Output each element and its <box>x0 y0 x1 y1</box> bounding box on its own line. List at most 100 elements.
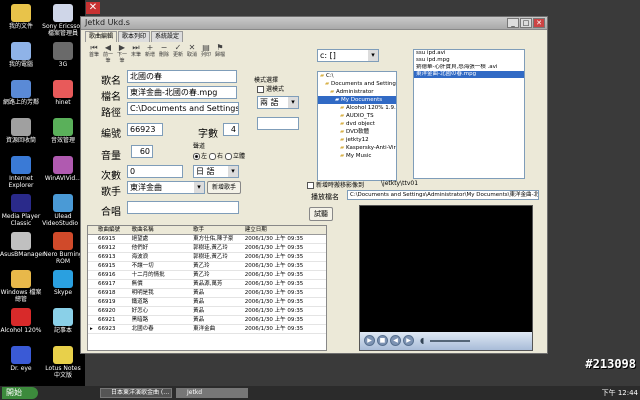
file-name-field[interactable]: 東洋金曲-北國の春.mpg <box>127 86 237 99</box>
mode-checkbox[interactable]: 選模式 <box>257 84 284 93</box>
channel-radio-2[interactable]: 立體 <box>225 151 245 160</box>
desktop-icon[interactable]: Windows 檔案總管 <box>0 270 42 303</box>
play-icon[interactable]: ▶ <box>364 335 375 346</box>
maximize-button[interactable]: □ <box>520 18 532 28</box>
mode-text-field[interactable] <box>257 117 299 130</box>
desktop-icon[interactable]: 3G <box>42 42 84 68</box>
video-player[interactable]: ▶ ■ ◀ ▶ ◖ <box>359 205 533 351</box>
table-row[interactable]: 66920 好怎心 黃品 2006/1/30 上午 09:35 <box>88 307 326 316</box>
desktop-icon[interactable]: AsusBManager <box>0 232 45 258</box>
desktop-icon[interactable]: 我的文件 <box>0 4 42 30</box>
stop-icon[interactable]: ■ <box>377 335 388 346</box>
desktop-icon[interactable]: 網路上的芳鄰 <box>0 80 42 106</box>
tree-node[interactable]: ▰ My Documents <box>318 96 396 104</box>
column-header[interactable]: 歌曲名稱 <box>130 226 191 234</box>
table-row[interactable]: 66915 不讓一切 黃乙玲 2006/1/30 上午 09:35 <box>88 262 326 271</box>
tree-node[interactable]: ▰ dvd object <box>318 120 396 128</box>
path-field[interactable]: C:\Documents and Settings\Ad <box>127 102 239 115</box>
volume-icon[interactable]: ◖ <box>420 336 424 345</box>
tab-1[interactable]: 歌本列印 <box>118 31 151 42</box>
column-header[interactable]: 歌手 <box>191 226 243 234</box>
tree-node[interactable]: ▰ AUDIO_TS <box>318 112 396 120</box>
taskbar-task[interactable]: Jetkd <box>176 388 248 398</box>
close-button[interactable]: ✕ <box>533 18 545 28</box>
tree-node[interactable]: ▰ Administrator <box>318 88 396 96</box>
chorus-field[interactable] <box>127 201 239 214</box>
singer-select[interactable]: 東洋金曲 <box>127 181 205 194</box>
table-row[interactable]: 66913 海波浪 郭樹珪,黃乙玲 2006/1/30 上午 09:35 <box>88 253 326 262</box>
minimize-button[interactable]: _ <box>507 18 519 28</box>
file-item[interactable]: ssu ipd.avi <box>414 50 524 57</box>
auto-move-checkbox[interactable]: 新增時搬移影像到 <box>307 180 364 189</box>
tree-node[interactable]: ▰ C:\ <box>318 72 396 80</box>
channel-radio-1[interactable]: 右 <box>209 151 223 160</box>
number-field[interactable]: 66923 <box>127 123 163 136</box>
next-icon[interactable]: ▶ <box>403 335 414 346</box>
desktop-icon[interactable]: 記事本 <box>42 308 84 334</box>
tree-node[interactable]: ▰ My Music <box>318 152 396 160</box>
language-select[interactable]: 日 語 <box>193 165 239 178</box>
taskbar-task[interactable]: 日本東洋演歌金曲 (… <box>100 388 172 398</box>
song-table[interactable]: 歌曲編號 歌曲名稱 歌手 建立日期 66915 絕望處 東方仕佑,陳子豪 2006/1/30 … <box>87 225 327 351</box>
table-row[interactable]: 66915 絕望處 東方仕佑,陳子豪 2006/1/30 上午 09:35 <box>88 235 326 244</box>
table-row[interactable]: 66918 明明是我 黃品 2006/1/30 上午 09:35 <box>88 289 326 298</box>
toolbar-button-0[interactable]: ⏮ 首筆 <box>87 43 101 64</box>
table-row[interactable]: 66912 他們好 郭樹珪,黃乙玲 2006/1/30 上午 09:35 <box>88 244 326 253</box>
tree-node[interactable]: ▰ Documents and Settings <box>318 80 396 88</box>
toolbar-button-2[interactable]: ▶ 下一筆 <box>115 43 129 64</box>
toolbar-button-9[interactable]: ⚑ 歸檔 <box>213 43 227 64</box>
test-play-button[interactable]: 試聽 <box>309 207 333 221</box>
song-name-field[interactable]: 北國の春 <box>127 70 237 83</box>
desktop-icon[interactable]: Skype <box>42 270 84 296</box>
drive-select[interactable]: c: [] <box>317 49 379 62</box>
desktop-icon[interactable]: Nero Burning ROM <box>42 232 84 265</box>
tab-0[interactable]: 歌曲編輯 <box>85 31 118 42</box>
toolbar-button-8[interactable]: ▤ 列印 <box>199 43 213 64</box>
column-header[interactable]: 建立日期 <box>243 226 326 234</box>
desktop-icon[interactable]: Media Player Classic <box>0 194 42 227</box>
toolbar-button-5[interactable]: − 刪除 <box>157 43 171 64</box>
desktop-icon[interactable]: Alcohol 120% <box>0 308 42 334</box>
tree-node[interactable]: ▰ Kaspersky-Anti-Virus Perso <box>318 144 396 152</box>
folder-tree[interactable]: ▰ C:\ ▰ Documents and Settings ▰ Administr… <box>317 71 397 181</box>
tree-node[interactable]: ▰ DVD軟體 <box>318 128 396 136</box>
file-list[interactable]: ssu ipd.avi ssu ipd.mpg 劉德華-心肝寶貝,怒海張一槓 .av… <box>413 49 525 179</box>
desktop-icon[interactable]: Dr. eye <box>0 346 42 372</box>
volume-field[interactable]: 60 <box>131 145 153 158</box>
desktop-icon[interactable]: Ulead VideoStudio 8 <box>42 194 84 227</box>
desktop-icon[interactable]: 音效管理 <box>42 118 84 144</box>
previous-icon[interactable]: ◀ <box>390 335 401 346</box>
play-file-field[interactable]: C:\Documents and Settings\Administrator\… <box>347 190 539 200</box>
table-row[interactable]: 66916 十二月的情批 黃乙玲 2006/1/30 上午 09:35 <box>88 271 326 280</box>
desktop-icon[interactable]: Internet Explorer <box>0 156 42 189</box>
table-row[interactable]: 66921 黑暗路 黃品 2006/1/30 上午 09:35 <box>88 316 326 325</box>
toolbar-button-1[interactable]: ◀ 前一筆 <box>101 43 115 64</box>
desktop-icon[interactable]: Sony Ericsson 檔案管理員 <box>42 4 84 37</box>
tab-2[interactable]: 系統設定 <box>151 31 184 42</box>
column-header[interactable]: 歌曲編號 <box>96 226 130 234</box>
word-count-field[interactable]: 4 <box>223 123 239 136</box>
desktop-icon[interactable]: WinAVIVid… <box>42 156 84 182</box>
desktop-icon[interactable]: hinet <box>42 80 84 106</box>
channel-radio-0[interactable]: 左 <box>193 151 207 160</box>
start-button[interactable]: 開始 <box>2 387 38 399</box>
mode-select[interactable]: 兩 語 <box>257 96 299 109</box>
desktop-icon[interactable]: 資源回收筒 <box>0 118 42 144</box>
table-row[interactable]: 66919 鐵道路 黃品 2006/1/30 上午 09:35 <box>88 298 326 307</box>
tree-node[interactable]: ▰ jetkty12 <box>318 136 396 144</box>
column-header[interactable] <box>88 226 96 234</box>
tree-node[interactable]: ▰ Alcohol 120% 1.9.5.2722 <box>318 104 396 112</box>
table-row[interactable]: 66917 無價 黃品源,萬芳 2006/1/30 上午 09:35 <box>88 280 326 289</box>
desktop-icon[interactable]: Lotus Notes 中文版 <box>42 346 84 379</box>
file-item[interactable]: 劉德華-心肝寶貝,怒海張一槓 .avi <box>414 64 524 71</box>
toolbar-button-3[interactable]: ⏭ 末筆 <box>129 43 143 64</box>
toolbar-button-7[interactable]: ✕ 取消 <box>185 43 199 64</box>
file-item[interactable]: 東洋金曲-北國の春.mpg <box>414 71 524 78</box>
volume-slider[interactable] <box>430 340 470 342</box>
toolbar-button-6[interactable]: ✓ 更新 <box>171 43 185 64</box>
x-icon[interactable]: ✕ <box>86 2 100 14</box>
new-singer-button[interactable]: 新增歌手 <box>207 181 241 194</box>
toolbar-button-4[interactable]: + 新增 <box>143 43 157 64</box>
table-row[interactable]: ▸ 66923 北國の春 東洋金曲 2006/1/30 上午 09:35 <box>88 325 326 334</box>
file-item[interactable]: ssu ipd.mpg <box>414 57 524 64</box>
